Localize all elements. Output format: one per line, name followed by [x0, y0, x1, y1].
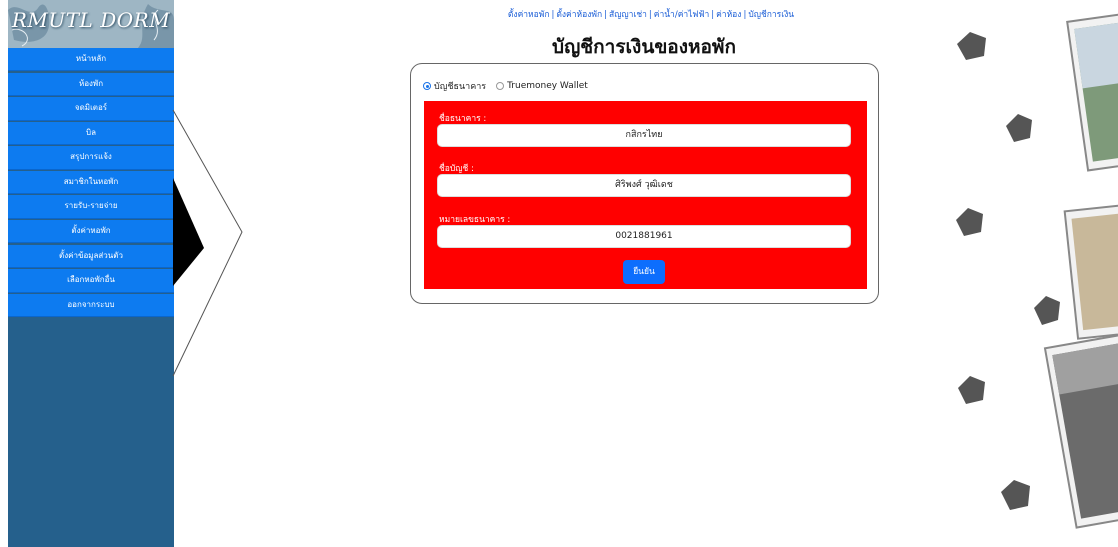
radio-truemoney[interactable]: Truemoney Wallet: [496, 81, 588, 91]
sidebar-item-profile-settings[interactable]: ตั้งค่าข้อมูลส่วนตัว: [8, 244, 174, 269]
top-nav: ตั้งค่าหอพัก | ตั้งค่าห้องพัก | สัญญาเช่า | ค่…: [411, 7, 891, 21]
account-number-field[interactable]: 0021881961: [437, 225, 851, 248]
nav-link-room-settings[interactable]: ตั้งค่าห้องพัก: [556, 10, 602, 20]
account-name-field[interactable]: ศิริพงศ์ วุฒิเดช: [437, 174, 851, 197]
bank-name-label: ชื่อธนาคาร :: [439, 114, 487, 124]
sidebar-item-meter[interactable]: จดมิเตอร์: [8, 97, 174, 121]
logo-text: RMUTL DORM: [11, 8, 171, 32]
pentagon-shape: [1001, 480, 1030, 510]
decorative-photo-collage: [956, 12, 1118, 529]
radio-checked-icon: [423, 82, 431, 90]
page-title: บัญชีการเงินของหอพัก: [552, 36, 736, 58]
pentagon-shape: [1034, 296, 1060, 325]
nav-link-dorm-settings[interactable]: ตั้งค่าหอพัก: [508, 10, 550, 20]
radio-unchecked-icon: [496, 82, 505, 90]
sidebar-item-members[interactable]: สมาชิกในหอพัก: [8, 170, 174, 195]
pentagon-shape: [958, 376, 985, 404]
page: RMUTL DORM หน้าหลัก ห้องพัก จดมิเตอร์ บิ…: [0, 0, 1118, 547]
bank-name-field[interactable]: กสิกรไทย: [437, 124, 851, 147]
sidebar-item-income-expense[interactable]: รายรับ-รายจ่าย: [8, 195, 174, 219]
account-name-label: ชื่อบัญชี :: [439, 164, 474, 174]
account-type-radios: บัญชีธนาคาร Truemoney Wallet: [423, 79, 588, 93]
confirm-button[interactable]: ยืนยัน: [623, 260, 665, 284]
pentagon-shape: [957, 32, 986, 60]
radio-truemoney-label: Truemoney Wallet: [507, 81, 588, 91]
sidebar-item-logout[interactable]: ออกจากระบบ: [8, 293, 174, 318]
photo-frame: [1066, 12, 1118, 172]
sidebar-item-home[interactable]: หน้าหลัก: [8, 48, 174, 72]
sidebar-item-rooms[interactable]: ห้องพัก: [8, 72, 174, 96]
nav-separator: |: [648, 10, 652, 20]
nav-link-finance-account[interactable]: บัญชีการเงิน: [748, 10, 794, 20]
sidebar-item-bill[interactable]: บิล: [8, 121, 174, 146]
photo-frame: [1063, 202, 1118, 340]
sidebar-item-dorm-settings[interactable]: ตั้งค่าหอพัก: [8, 220, 174, 244]
sidebar-menu: หน้าหลัก ห้องพัก จดมิเตอร์ บิล สรุปการแจ…: [8, 48, 174, 318]
sidebar-item-choose-dorm[interactable]: เลือกหอพักอื่น: [8, 269, 174, 293]
nav-link-lease[interactable]: สัญญาเช่า: [609, 10, 647, 20]
nav-link-room-fee[interactable]: ค่าห้อง: [716, 10, 741, 20]
decorative-arrow: [172, 109, 243, 377]
sidebar-item-report-summary[interactable]: สรุปการแจ้ง: [8, 146, 174, 170]
radio-bank-label: บัญชีธนาคาร: [434, 82, 487, 92]
account-number-label: หมายเลขธนาคาร :: [439, 215, 511, 225]
finance-account-card: บัญชีธนาคาร Truemoney Wallet ชื่อธนาคาร …: [410, 63, 879, 304]
sidebar: RMUTL DORM หน้าหลัก ห้องพัก จดมิเตอร์ บิ…: [8, 0, 174, 547]
pentagon-shape: [1006, 114, 1032, 142]
photo-frame: [1043, 333, 1118, 529]
radio-bank-account[interactable]: บัญชีธนาคาร: [423, 79, 486, 93]
nav-separator: |: [604, 10, 607, 20]
pentagon-shape: [956, 208, 983, 236]
bank-form-panel: ชื่อธนาคาร : กสิกรไทย ชื่อบัญชี : ศิริพง…: [424, 101, 867, 289]
nav-link-utilities[interactable]: ค่าน้ำ/ค่าไฟฟ้า: [654, 10, 709, 20]
logo: RMUTL DORM: [8, 0, 174, 48]
